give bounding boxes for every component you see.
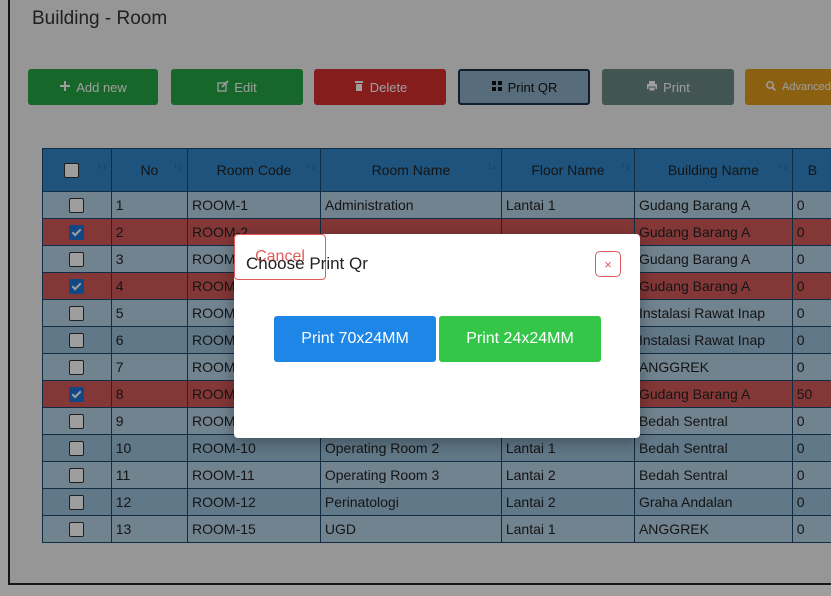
print-qr-dialog: Choose Print Qr × Print 70x24MM Print 24… — [234, 234, 640, 438]
print-70x24-button[interactable]: Print 70x24MM — [274, 316, 436, 362]
dialog-title: Choose Print Qr — [246, 254, 368, 273]
close-button[interactable]: × — [595, 251, 621, 277]
print-24x24-button[interactable]: Print 24x24MM — [439, 316, 601, 362]
